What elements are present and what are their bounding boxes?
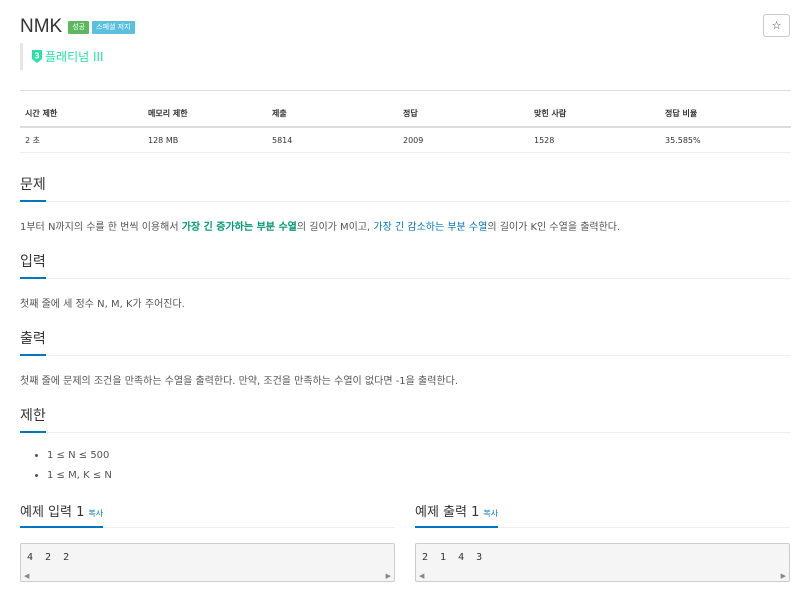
table-row: 2 초 128 MB 5814 2009 1528 35.585% xyxy=(20,128,791,153)
success-badge: 성공 xyxy=(68,20,90,34)
table-cell: 5814 xyxy=(272,135,293,145)
problem-description: 1부터 N까지의 수를 한 번씩 이용해서 가장 긴 증가하는 부분 수열의 길… xyxy=(20,218,620,233)
input-section-header: 입력 xyxy=(20,251,791,279)
special-judge-badge: 스페셜 저지 xyxy=(92,20,135,34)
sample-input-title: 예제 입력 1 복사 xyxy=(20,501,104,528)
text-segment: 의 길이가 K인 수열을 출력한다. xyxy=(487,222,621,233)
lds-link[interactable]: 가장 긴 감소하는 부분 수열 xyxy=(373,222,487,233)
table-cell: 1528 xyxy=(534,135,555,145)
table-header-cell: 메모리 제한 xyxy=(148,109,188,118)
text-segment: 의 길이가 M이고, xyxy=(296,222,374,233)
sample-output-title-text: 예제 출력 1 xyxy=(415,505,480,520)
sample-output-box[interactable]: 2 1 4 3 ◀ ▶ xyxy=(415,543,790,582)
tier-number: 3 xyxy=(34,52,40,61)
limit-list: 1 ≤ N ≤ 500 1 ≤ M, K ≤ N xyxy=(33,449,112,489)
scroll-left-icon[interactable]: ◀ xyxy=(419,572,424,580)
sample-input-content: 4 2 2 xyxy=(27,552,70,563)
problem-section-header: 문제 xyxy=(20,174,791,202)
input-description: 첫째 줄에 세 정수 N, M, K가 주어진다. xyxy=(20,299,185,310)
scroll-left-icon[interactable]: ◀ xyxy=(24,572,29,580)
table-header-row: 시간 제한 메모리 제한 제출 정답 맞힌 사람 정답 비율 xyxy=(20,101,791,128)
star-button[interactable]: ☆ xyxy=(763,14,790,37)
problem-title: NMK xyxy=(20,16,63,37)
tier-icon: 3 xyxy=(32,50,42,63)
star-icon: ☆ xyxy=(771,19,782,32)
sample-output-content: 2 1 4 3 xyxy=(422,552,483,563)
table-cell: 2009 xyxy=(403,135,424,145)
copy-input-button[interactable]: 복사 xyxy=(88,509,103,518)
lis-link[interactable]: 가장 긴 증가하는 부분 수열 xyxy=(182,222,297,233)
scroll-right-icon[interactable]: ▶ xyxy=(386,572,391,580)
sample-input-title-text: 예제 입력 1 xyxy=(20,505,85,520)
output-section-header: 출력 xyxy=(20,328,791,356)
sample-input-header: 예제 입력 1 복사 xyxy=(20,501,395,528)
limit-section-header: 제한 xyxy=(20,405,791,433)
problem-info-table: 시간 제한 메모리 제한 제출 정답 맞힌 사람 정답 비율 2 초 128 M… xyxy=(20,90,791,153)
list-item: 1 ≤ M, K ≤ N xyxy=(47,469,112,489)
table-header-cell: 정답 xyxy=(403,109,418,118)
section-title: 문제 xyxy=(20,174,46,202)
section-title: 제한 xyxy=(20,405,46,433)
tier-label[interactable]: 플래티넘 III xyxy=(45,48,104,65)
section-title: 입력 xyxy=(20,251,46,279)
scroll-right-icon[interactable]: ▶ xyxy=(781,572,786,580)
table-header-cell: 시간 제한 xyxy=(25,109,58,118)
list-item: 1 ≤ N ≤ 500 xyxy=(47,449,112,469)
tier-row: 3 플래티넘 III xyxy=(20,43,104,70)
table-header-cell: 제출 xyxy=(272,109,287,118)
sample-input-box[interactable]: 4 2 2 ◀ ▶ xyxy=(20,543,395,582)
section-title: 출력 xyxy=(20,328,46,356)
text-segment: 1부터 N까지의 수를 한 번씩 이용해서 xyxy=(20,222,182,233)
table-header-cell: 맞힌 사람 xyxy=(534,109,567,118)
sample-output-title: 예제 출력 1 복사 xyxy=(415,501,499,528)
table-cell: 2 초 xyxy=(25,135,40,145)
table-header-cell: 정답 비율 xyxy=(665,109,698,118)
table-cell: 128 MB xyxy=(148,135,179,145)
output-description: 첫째 줄에 문제의 조건을 만족하는 수열을 출력한다. 만약, 조건을 만족하… xyxy=(20,376,459,387)
table-cell: 35.585% xyxy=(665,135,701,145)
sample-output-header: 예제 출력 1 복사 xyxy=(415,501,790,528)
problem-header: NMK 성공 스페셜 저지 xyxy=(20,16,135,38)
copy-output-button[interactable]: 복사 xyxy=(483,509,498,518)
